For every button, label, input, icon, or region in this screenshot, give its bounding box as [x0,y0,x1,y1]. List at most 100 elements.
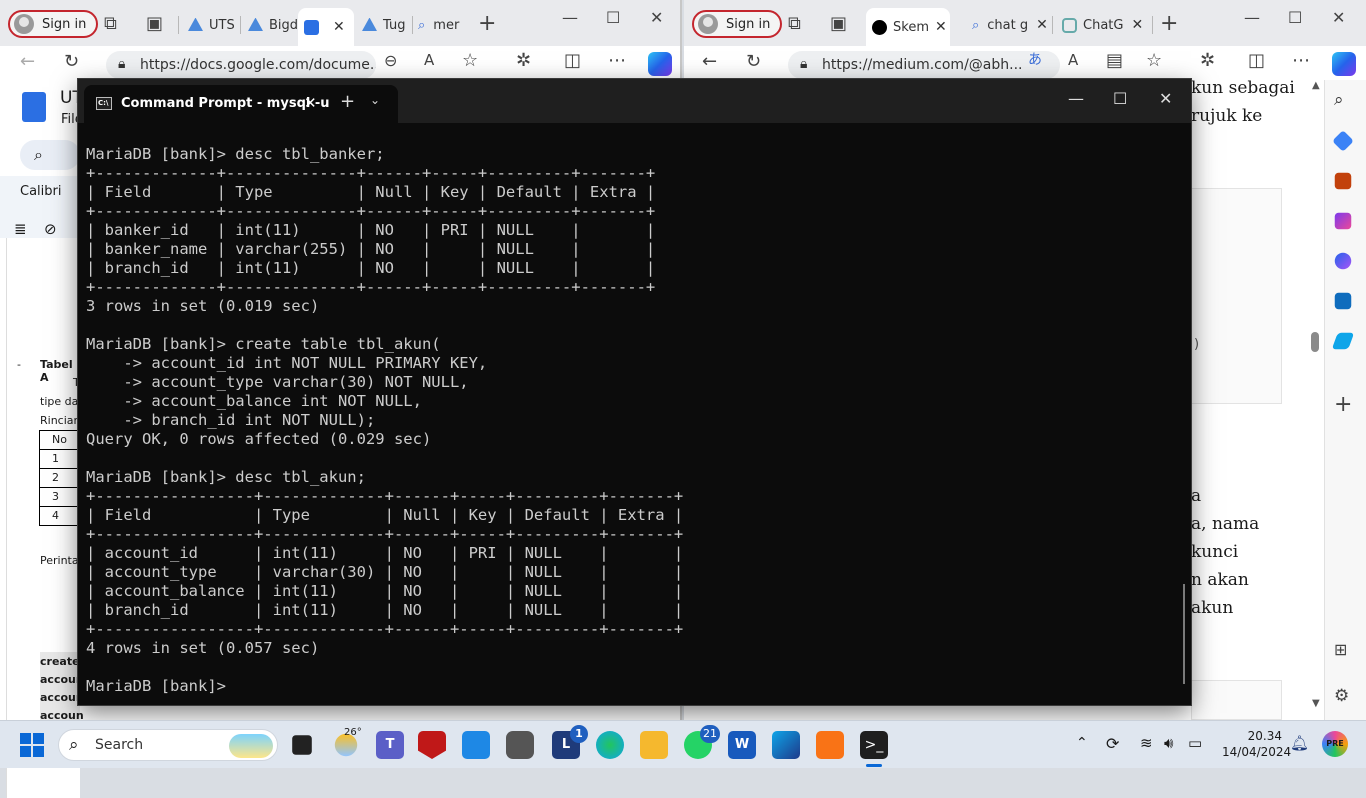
windows-taskbar: ⌕ Search 26° T L 1 21 W >_ ⌃ ⟳ ≋ 🔊︎ ▭ 20… [0,720,1366,768]
tab-tug[interactable]: Tug [356,10,412,40]
scroll-up-icon[interactable]: ▲ [1312,80,1320,91]
tab-search[interactable]: ⌕ mer [414,10,468,40]
sync-icon[interactable]: ⟳ [1106,734,1119,753]
weather-temp: 26° [344,727,362,738]
xampp-icon[interactable] [816,731,844,759]
photos-icon[interactable] [772,731,800,759]
favorite-star-icon[interactable]: ☆ [1146,52,1162,70]
whatsapp-icon[interactable]: 21 [684,725,720,759]
close-window-icon[interactable]: ✕ [1332,8,1345,27]
tab-bigd[interactable]: Bigd [242,10,298,40]
chevron-down-icon[interactable]: ⌄ [370,93,380,107]
doc-toolbar-search[interactable]: ⌕ [20,140,80,170]
minimize-icon[interactable]: — [1244,8,1260,27]
sidebar-add-icon[interactable]: + [1334,392,1352,417]
more-menu-icon[interactable]: ⋯ [1292,52,1310,70]
font-select[interactable]: Calibri [20,184,61,199]
edge-browser-icon[interactable] [596,731,624,759]
new-terminal-tab-icon[interactable]: + [340,91,355,112]
tab-uts[interactable]: UTS [182,10,238,40]
extensions-icon[interactable]: ✲ [1200,52,1215,70]
zoom-icon[interactable]: ⊖ [384,53,397,69]
tab-medium-active[interactable]: Skem ✕ [866,8,950,46]
task-view-icon[interactable] [292,735,312,755]
back-icon[interactable]: ← [702,53,717,71]
taskbar-search-box[interactable]: ⌕ Search [58,729,278,761]
minimize-icon[interactable]: — [562,8,578,27]
copilot-icon[interactable] [648,52,672,76]
sidebar-settings-gear-icon[interactable]: ⚙ [1334,686,1349,706]
sidebar-m365-icon[interactable] [1334,252,1352,270]
favorite-star-icon[interactable]: ☆ [462,52,478,70]
workspaces-icon[interactable]: ⧉ [788,15,801,33]
read-aloud-icon[interactable]: A [424,53,434,68]
mcafee-icon[interactable] [418,731,446,759]
refresh-icon[interactable]: ↻ [64,53,79,71]
sidebar-hide-icon[interactable]: ⊞ [1334,640,1347,659]
terminal-line: -> account_id int NOT NULL PRIMARY KEY, [86,354,488,372]
store-icon[interactable] [462,731,490,759]
article-code-panel: ) [1191,188,1282,404]
battery-icon[interactable]: ▭ [1188,734,1202,752]
close-window-icon[interactable]: ✕ [650,8,663,27]
close-window-icon[interactable]: ✕ [1159,89,1172,108]
workspaces-icon[interactable]: ⧉ [104,15,117,33]
translate-icon[interactable]: あ [1028,53,1042,67]
copilot-icon[interactable] [1332,52,1356,76]
tab-chatgpt[interactable]: ChatG ✕ [1056,10,1150,40]
sidebar-outlook-icon[interactable] [1334,292,1352,310]
close-tab-icon[interactable]: ✕ [304,94,317,112]
clock[interactable]: 20.34 14/04/2024 [1222,728,1291,760]
read-aloud-icon[interactable]: A [1068,53,1078,68]
terminal-line: MariaDB [bank]> desc tbl_akun; [86,468,366,486]
terminal-scrollbar[interactable] [1183,584,1185,684]
close-tab-icon[interactable]: ✕ [1036,17,1048,33]
teams-icon[interactable]: T [376,731,404,759]
new-tab-icon[interactable]: + [1160,13,1178,35]
start-icon[interactable] [20,733,44,757]
refresh-icon[interactable]: ↻ [746,53,761,71]
maximize-icon[interactable]: ☐ [606,8,620,27]
terminal-app-icon[interactable]: >_ [860,731,888,759]
scroll-down-icon[interactable]: ▼ [1312,698,1320,709]
close-tab-icon[interactable]: ✕ [333,19,345,35]
indent-icon[interactable]: ≣ [14,220,27,238]
tab-actions-icon[interactable]: ▣ [830,15,847,33]
app-l-icon[interactable]: L 1 [552,725,588,759]
sidebar-search-icon[interactable]: ⌕ [1334,90,1344,110]
wifi-icon[interactable]: ≋ [1140,734,1153,752]
word-icon[interactable]: W [728,731,756,759]
split-screen-icon[interactable]: ◫ [1248,52,1265,70]
maximize-icon[interactable]: ☐ [1288,8,1302,27]
split-screen-icon[interactable]: ◫ [564,52,581,70]
copilot-pre-icon[interactable]: PRE [1322,731,1348,757]
tab-chat-search[interactable]: ⌕ chat g ✕ [956,10,1050,40]
left-url-field[interactable]: 🔒︎ https://docs.google.com/docume... [106,51,376,79]
sidebar-tools-icon[interactable] [1334,172,1352,190]
more-menu-icon[interactable]: ⋯ [608,52,626,70]
notification-bell-icon[interactable]: 🔔︎ [1290,734,1309,752]
docs-icon [304,19,319,35]
chevron-up-icon[interactable]: ⌃ [1076,735,1088,751]
back-icon[interactable]: ← [20,53,35,71]
close-tab-icon[interactable]: ✕ [935,19,947,35]
right-signin-button[interactable]: Sign in [692,10,783,38]
maximize-icon[interactable]: ☐ [1113,89,1127,108]
page-scrollbar-thumb[interactable] [1311,332,1319,352]
close-tab-icon[interactable]: ✕ [1131,17,1143,33]
tab-google-docs-active[interactable]: ✕ [298,8,354,46]
minimize-icon[interactable]: — [1068,89,1084,108]
volume-icon[interactable]: 🔊︎ [1164,734,1173,752]
new-tab-icon[interactable]: + [478,13,496,35]
file-explorer-icon[interactable] [640,731,668,759]
terminal-line: +-----------------+-------------+------+… [86,525,684,543]
right-url-field[interactable]: 🔒︎ https://medium.com/@abh... [788,51,1060,79]
camera-icon[interactable] [506,731,534,759]
sidebar-games-icon[interactable] [1334,212,1352,230]
left-signin-button[interactable]: Sign in [8,10,99,38]
extensions-icon[interactable]: ✲ [516,52,531,70]
clear-format-icon[interactable]: ⊘ [44,220,57,238]
command-prompt-window[interactable]: C:\ Command Prompt - mysql -u ✕ + ⌄ — ☐ … [78,79,1191,705]
immersive-reader-icon[interactable]: ▤ [1106,52,1123,70]
tab-actions-icon[interactable]: ▣ [146,15,163,33]
